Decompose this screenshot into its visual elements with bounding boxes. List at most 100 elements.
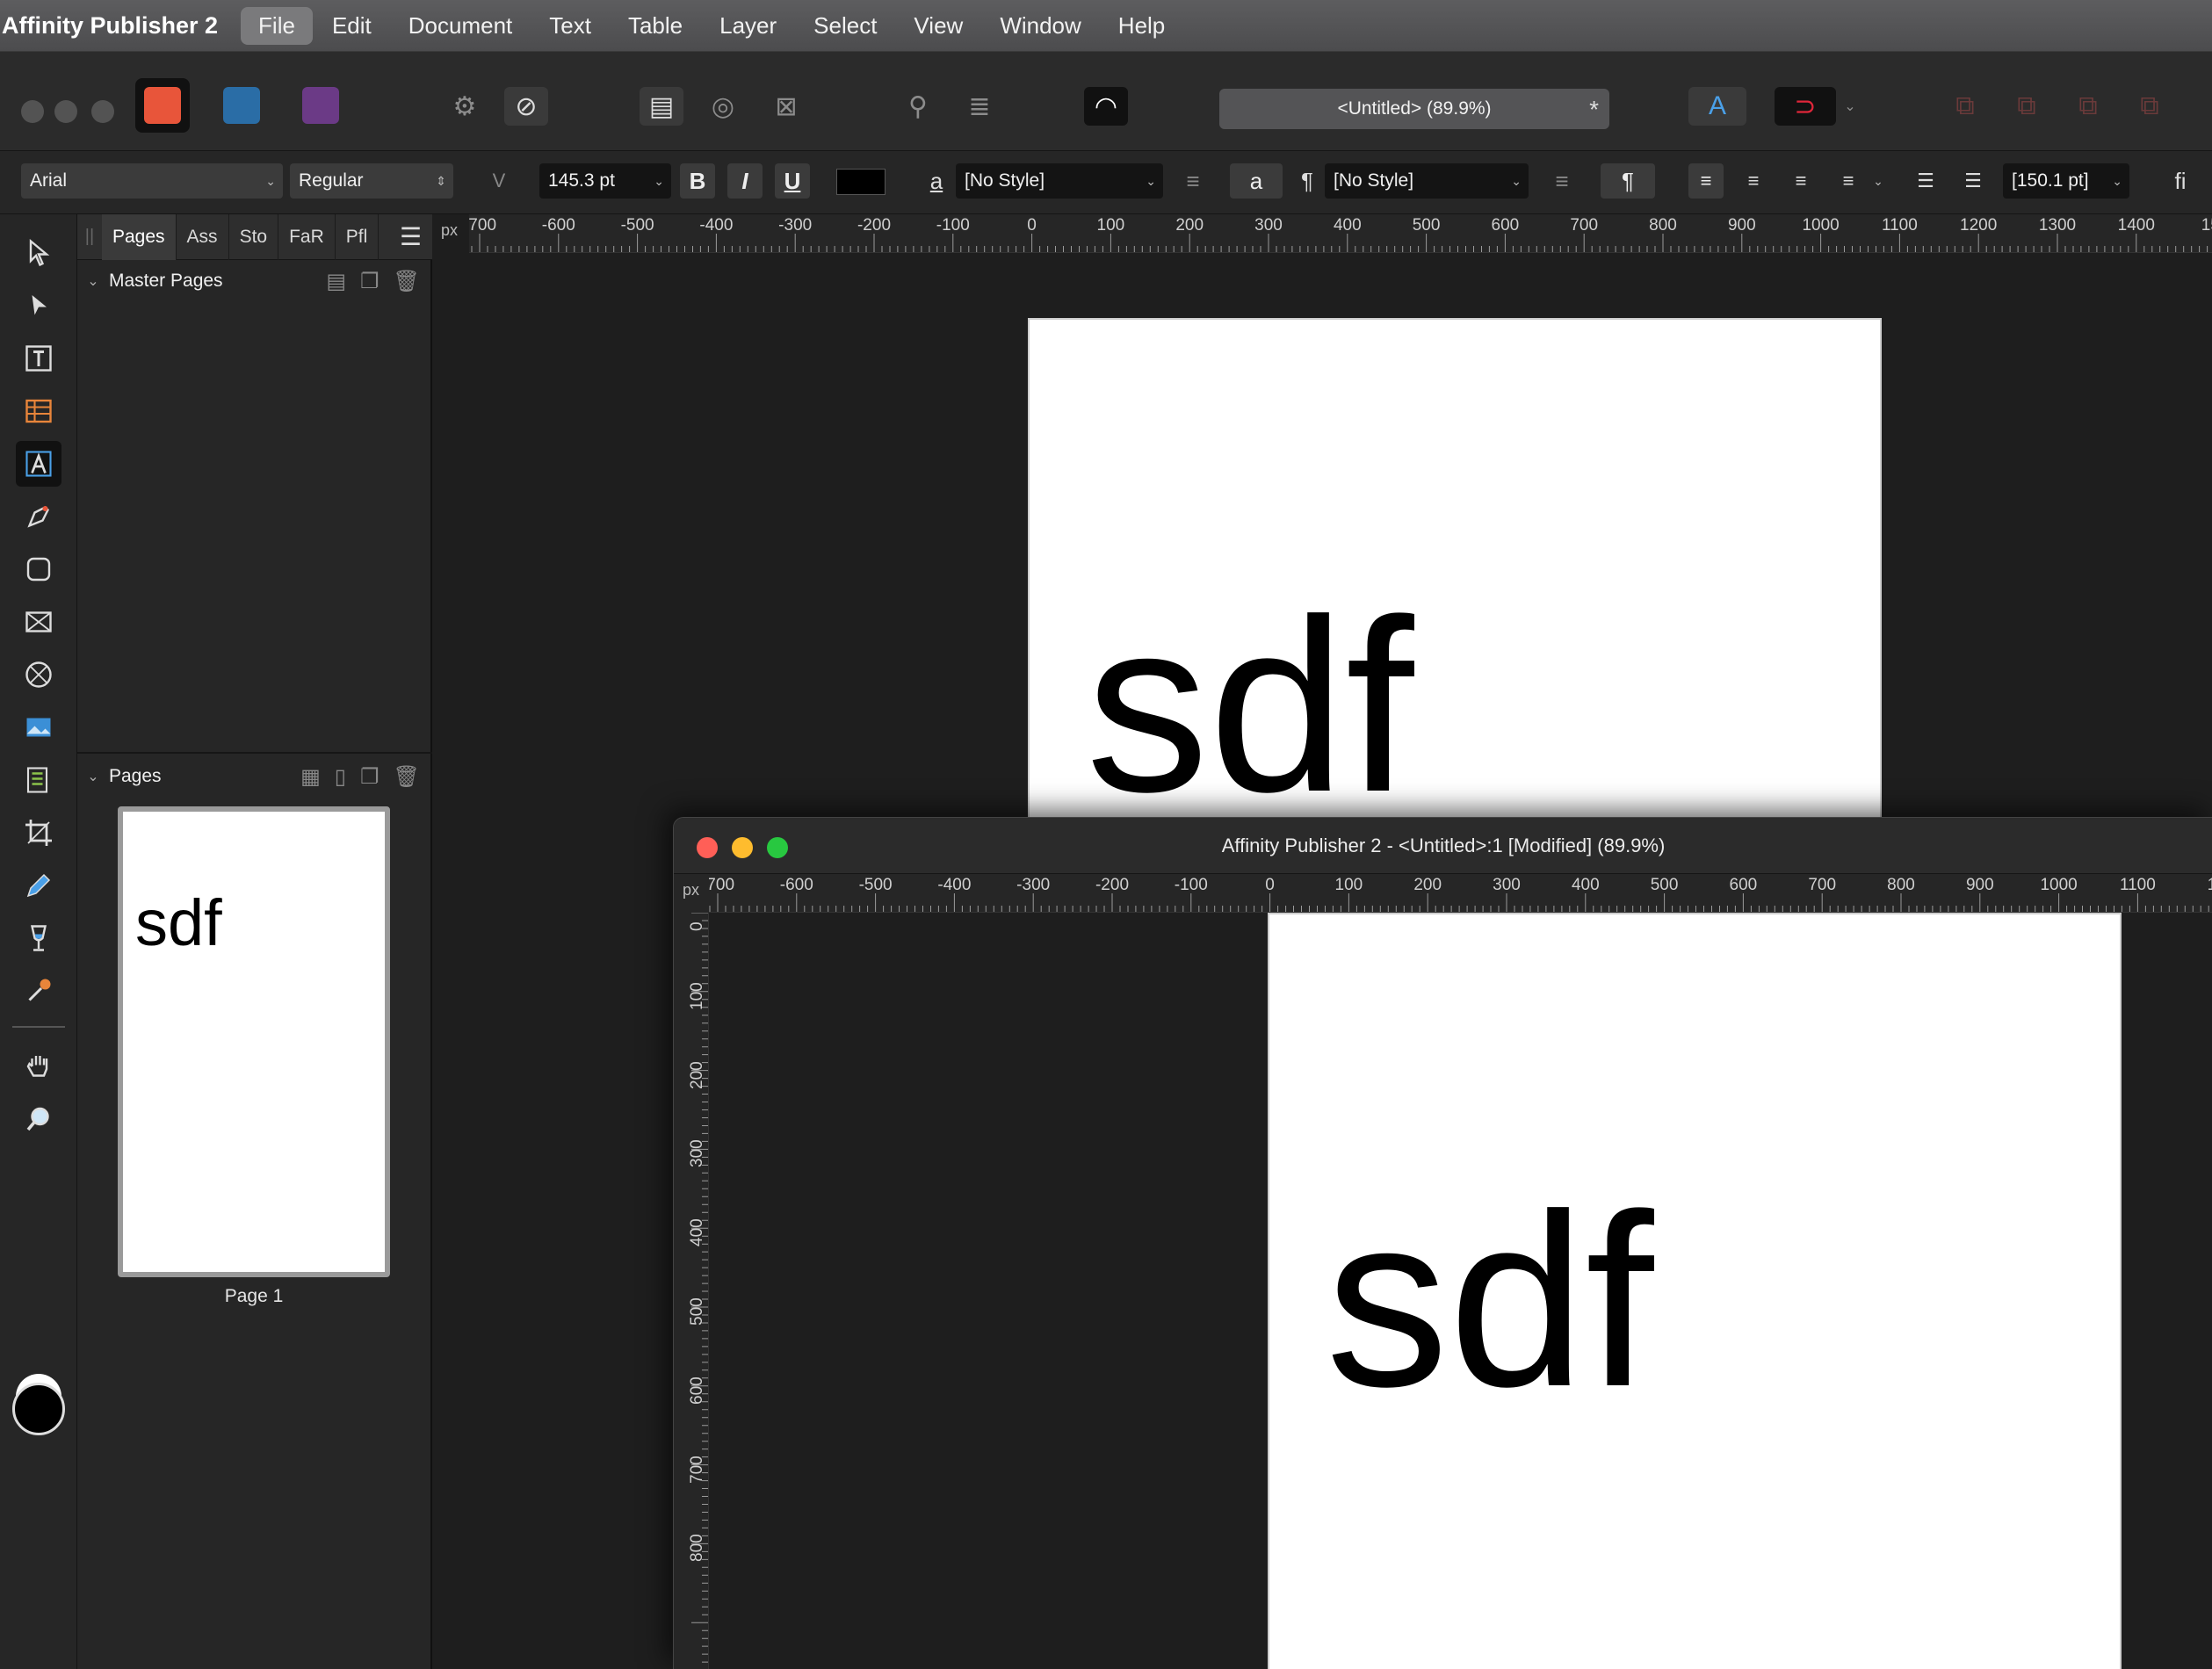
arrange-front-icon[interactable]: ⧉: [2128, 87, 2172, 126]
panel-grip-icon[interactable]: ||: [77, 227, 102, 247]
panel-menu-icon[interactable]: ☰: [400, 222, 422, 251]
font-family-select[interactable]: Arial ⌄: [21, 163, 283, 199]
delete-page-icon[interactable]: 🗑: [394, 764, 420, 790]
duplicate-master-icon[interactable]: ❐: [360, 269, 380, 294]
fill-tool-icon[interactable]: [16, 915, 61, 961]
menu-select[interactable]: Select: [796, 7, 894, 45]
numbered-list-icon[interactable]: ☰: [1955, 163, 1991, 199]
hand-tool-icon[interactable]: [16, 1044, 61, 1089]
menu-text[interactable]: Text: [531, 7, 609, 45]
panel-divider[interactable]: [77, 752, 432, 754]
bullet-list-icon[interactable]: ☰: [1908, 163, 1943, 199]
tab-pages[interactable]: Pages: [102, 213, 177, 260]
align-right-button[interactable]: ≡: [1783, 163, 1818, 199]
menu-help[interactable]: Help: [1101, 7, 1182, 45]
horizontal-ruler[interactable]: -700-600-500-400-300-200-100010020030040…: [469, 214, 2212, 253]
paragraph-style-panel-icon[interactable]: ≡: [1544, 163, 1579, 199]
pin-icon[interactable]: ⚲: [896, 87, 940, 126]
snapping-dropdown-icon[interactable]: ⌄: [1840, 87, 1861, 126]
fill-color-swatch[interactable]: [12, 1383, 65, 1435]
document-canvas[interactable]: sdf: [709, 913, 2212, 1669]
ligature-button[interactable]: fi: [2163, 163, 2198, 199]
pencil-tool-icon[interactable]: [16, 863, 61, 908]
document-text[interactable]: sdf: [1326, 1178, 1654, 1424]
text-frame-tool-icon[interactable]: [16, 336, 61, 381]
document-text[interactable]: sdf: [1086, 583, 1414, 829]
snapping-magnet-icon[interactable]: ⊃: [1775, 87, 1836, 126]
add-page-icon[interactable]: ▯: [335, 764, 346, 790]
paragraph-style-select[interactable]: [No Style] ⌄: [1325, 163, 1529, 199]
photo-persona-button[interactable]: [293, 78, 348, 133]
italic-button[interactable]: I: [727, 163, 763, 199]
menu-document[interactable]: Document: [391, 7, 531, 45]
frame-icon[interactable]: ⊠: [764, 87, 808, 126]
bold-button[interactable]: B: [680, 163, 715, 199]
leading-field[interactable]: [150.1 pt] ⌄: [2003, 163, 2129, 199]
arrange-back-icon[interactable]: ⧉: [1943, 87, 1987, 126]
arrange-forward-icon[interactable]: ⧉: [2066, 87, 2110, 126]
crop-tool-icon[interactable]: [16, 810, 61, 856]
node-tool-icon[interactable]: [16, 283, 61, 329]
horizontal-ruler[interactable]: -700-600-500-400-300-200-100010020030040…: [709, 874, 2212, 913]
rectangle-tool-icon[interactable]: [16, 546, 61, 592]
text-frame-icon[interactable]: A: [1688, 87, 1746, 126]
font-size-field[interactable]: 145.3 pt ⌄: [539, 163, 671, 199]
preflight-icon[interactable]: ⊘: [504, 87, 548, 126]
duplicate-page-icon[interactable]: ❐: [360, 764, 380, 790]
menu-edit[interactable]: Edit: [314, 7, 389, 45]
align-left-button[interactable]: ≡: [1688, 163, 1724, 199]
pages-section-header[interactable]: ⌄ Pages ▦ ▯ ❐ 🗑: [77, 757, 432, 796]
window-zoom-button[interactable]: [91, 100, 114, 123]
window-minimize-button[interactable]: [54, 100, 77, 123]
delete-master-icon[interactable]: 🗑: [394, 269, 420, 294]
publisher-persona-button[interactable]: [135, 78, 190, 133]
page-thumbnail[interactable]: sdf: [118, 806, 390, 1277]
text-color-swatch[interactable]: [836, 169, 886, 195]
tab-stock[interactable]: Sto: [229, 213, 279, 260]
app-name[interactable]: Affinity Publisher 2: [0, 12, 218, 40]
spread-view-icon[interactable]: ◎: [701, 87, 745, 126]
window-close-button[interactable]: [21, 100, 44, 123]
paragraph-style-glyph-button[interactable]: a: [1230, 163, 1283, 199]
color-picker-tool-icon[interactable]: [16, 968, 61, 1014]
pen-tool-icon[interactable]: [16, 494, 61, 539]
move-tool-icon[interactable]: [16, 230, 61, 276]
window-minimize-button[interactable]: [732, 837, 753, 858]
table-tool-icon[interactable]: [16, 388, 61, 434]
tab-find-replace[interactable]: FaR: [278, 213, 336, 260]
align-center-button[interactable]: ≡: [1736, 163, 1771, 199]
menu-view[interactable]: View: [896, 7, 980, 45]
document-page[interactable]: sdf: [1268, 913, 2122, 1669]
settings-gear-icon[interactable]: ⚙: [443, 87, 487, 126]
window-title-bar[interactable]: Affinity Publisher 2 - <Untitled>:1 [Mod…: [674, 818, 2212, 874]
tab-preflight[interactable]: Pfl: [336, 213, 380, 260]
menu-layer[interactable]: Layer: [702, 7, 794, 45]
paragraph-panel-button[interactable]: ¶: [1601, 163, 1655, 199]
picture-frame-tool-icon[interactable]: [16, 599, 61, 645]
underline-button[interactable]: U: [775, 163, 810, 199]
designer-persona-button[interactable]: [214, 78, 269, 133]
character-style-select[interactable]: [No Style] ⌄: [956, 163, 1163, 199]
window-zoom-button[interactable]: [767, 837, 788, 858]
alignment-dropdown-icon[interactable]: ⌄: [1868, 163, 1889, 199]
menu-file[interactable]: File: [241, 6, 313, 45]
vertical-ruler[interactable]: 0 100 200 300 400 500 600 700 800: [674, 913, 709, 1669]
justify-button[interactable]: ≡: [1831, 163, 1866, 199]
menu-window[interactable]: Window: [982, 7, 1098, 45]
kerning-icon[interactable]: V: [481, 163, 517, 199]
page-layout-icon[interactable]: ▦: [300, 764, 321, 790]
document-title-pill[interactable]: <Untitled> (89.9%) *: [1219, 89, 1609, 129]
text-wrap-icon[interactable]: ≣: [958, 87, 1001, 126]
artistic-text-tool-icon[interactable]: [16, 441, 61, 487]
ellipse-frame-tool-icon[interactable]: [16, 652, 61, 697]
add-master-icon[interactable]: ▤: [326, 269, 346, 294]
page-view-icon[interactable]: ▤: [640, 87, 683, 126]
window-close-button[interactable]: [697, 837, 718, 858]
character-style-panel-icon[interactable]: ≡: [1175, 163, 1211, 199]
master-pages-header[interactable]: ⌄ Master Pages ▤ ❐ 🗑: [77, 262, 432, 300]
preview-mode-icon[interactable]: ◠: [1084, 87, 1128, 126]
zoom-tool-icon[interactable]: [16, 1096, 61, 1142]
tab-assets[interactable]: Ass: [177, 213, 229, 260]
place-image-tool-icon[interactable]: [16, 704, 61, 750]
arrange-backward-icon[interactable]: ⧉: [2005, 87, 2049, 126]
